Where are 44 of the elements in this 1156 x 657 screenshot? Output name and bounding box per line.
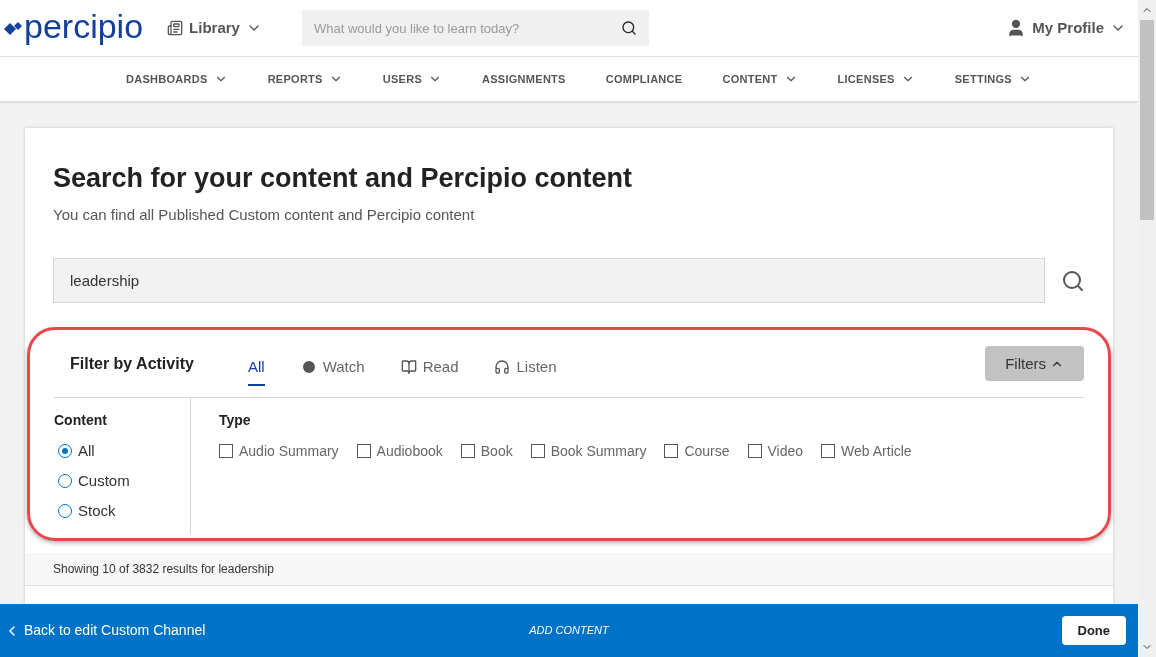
results-summary: Showing 10 of 3832 results for leadership (25, 553, 1113, 587)
page-title: Search for your content and Percipio content (53, 162, 634, 195)
nav-item[interactable]: COMPLIANCE (605, 70, 683, 88)
content-heading: Content (54, 411, 108, 431)
nav-item[interactable]: LICENSES (837, 70, 915, 88)
nav-item[interactable]: DASHBOARDS (126, 70, 228, 88)
content-radio[interactable]: All (54, 441, 190, 462)
scroll-thumb[interactable] (1140, 20, 1154, 220)
nav-item[interactable]: CONTENT (722, 70, 798, 88)
type-checkbox[interactable]: Book (460, 441, 513, 462)
type-heading: Type (219, 411, 252, 431)
content-radio[interactable]: Stock (54, 501, 190, 522)
nav-item[interactable]: REPORTS (267, 70, 343, 88)
nav-item[interactable]: ASSIGNMENTS (482, 70, 566, 88)
library-icon (167, 20, 184, 36)
page-subtitle: You can find all Published Custom content and Percipio content (53, 204, 476, 225)
done-button[interactable]: Done (1061, 616, 1126, 645)
type-checkbox[interactable]: Course (664, 441, 730, 462)
type-checkbox[interactable]: Web Article (821, 441, 912, 462)
nav-item[interactable]: SETTINGS (954, 70, 1032, 88)
back-link[interactable]: Back to edit Custom Channel (4, 620, 304, 641)
search-field[interactable]: leadership (53, 258, 1045, 304)
filter-heading: Filter by Activity (70, 353, 195, 374)
logo[interactable]: percipio (24, 9, 144, 43)
activity-tab[interactable]: Watch (300, 349, 365, 386)
book-icon (400, 358, 417, 375)
type-checkbox[interactable]: Video (747, 441, 804, 462)
search-icon[interactable] (620, 20, 637, 36)
filters-button[interactable]: Filters (985, 346, 1084, 382)
library-menu[interactable]: Library (167, 16, 262, 40)
type-checkbox[interactable]: Book Summary (530, 441, 647, 462)
search-field[interactable]: What would you like to learn today? (301, 10, 649, 46)
activity-tab[interactable]: Listen (494, 349, 557, 386)
footer-title: ADD CONTENT (529, 623, 609, 639)
activity-tab[interactable]: All (248, 349, 265, 386)
headphones-icon (494, 358, 511, 375)
type-checkbox[interactable]: Audiobook (356, 441, 443, 462)
profile-menu[interactable]: My Profile (1006, 16, 1126, 40)
search-icon[interactable] (1061, 268, 1085, 293)
logo-icon (4, 21, 22, 35)
activity-tab[interactable]: Read (400, 349, 459, 386)
type-checkbox[interactable]: Audio Summary (219, 441, 339, 462)
content-radio[interactable]: Custom (54, 471, 190, 492)
nav-item[interactable]: USERS (382, 70, 442, 88)
